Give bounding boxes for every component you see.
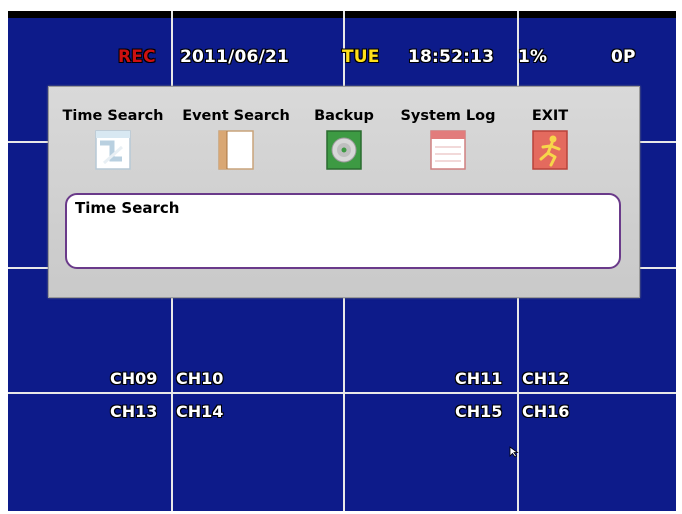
hdd-usage-display: 1%	[518, 47, 548, 67]
menu-description-text: Time Search	[75, 199, 180, 217]
menu-item-label: EXIT	[531, 108, 569, 124]
weekday-display: TUE	[342, 47, 380, 67]
exit-running-man-icon	[532, 130, 568, 170]
menu-description-box: Time Search	[65, 193, 621, 269]
menu-item-system-log[interactable]: System Log	[389, 107, 507, 187]
menu-item-backup[interactable]: Backup	[307, 107, 381, 187]
menu-item-label: Time Search	[62, 108, 164, 124]
menu-item-time-search[interactable]: Time Search	[59, 107, 167, 187]
channel-label-ch15: CH15	[455, 402, 503, 421]
menu-item-exit[interactable]: EXIT	[519, 107, 581, 187]
menu-item-label: System Log	[400, 108, 496, 124]
channel-label-ch11: CH11	[455, 369, 503, 388]
event-search-icon	[218, 130, 254, 170]
mouse-pointer-icon	[509, 446, 519, 458]
search-menu-panel: Time Search Event Search Backup System L…	[48, 86, 640, 298]
channel-label-ch14: CH14	[176, 402, 224, 421]
menu-item-label: Event Search	[182, 108, 290, 124]
channel-label-ch12: CH12	[522, 369, 570, 388]
playback-count-display: 0P	[611, 47, 636, 67]
channel-label-ch10: CH10	[176, 369, 224, 388]
time-search-icon	[95, 130, 131, 170]
channel-label-ch09: CH09	[110, 369, 158, 388]
menu-item-event-search[interactable]: Event Search	[171, 107, 301, 187]
time-display: 18:52:13	[408, 47, 495, 67]
rec-indicator: REC	[118, 47, 156, 67]
backup-disc-icon	[326, 130, 362, 170]
top-black-strip	[8, 11, 676, 18]
menu-item-label: Backup	[314, 108, 374, 124]
grid-line-horizontal-3	[8, 392, 676, 394]
date-display: 2011/06/21	[180, 47, 290, 67]
channel-label-ch13: CH13	[110, 402, 158, 421]
channel-label-ch16: CH16	[522, 402, 570, 421]
dvr-screen: REC 2011/06/21 TUE 18:52:13 1% 0P Time S…	[8, 11, 676, 511]
system-log-icon	[430, 130, 466, 170]
